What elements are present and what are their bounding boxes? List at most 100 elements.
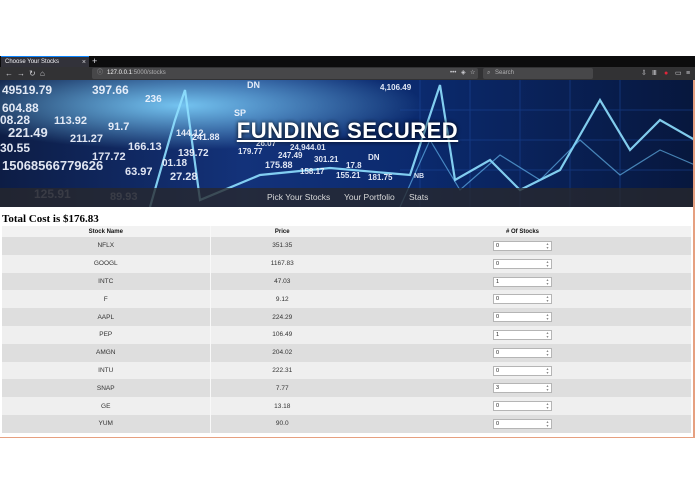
ticker-number: 27.28	[170, 171, 198, 183]
stock-price-cell: 47.03	[209, 272, 354, 291]
site-navbar: Pick Your Stocks Your Portfolio Stats	[0, 188, 695, 207]
bookmark-star-icon[interactable]: ☆	[470, 68, 475, 79]
quantity-value[interactable]: 1	[496, 332, 499, 338]
quantity-stepper[interactable]: 0 ▲ ▼	[493, 258, 552, 269]
ticker-number: 15068566779626	[2, 158, 103, 173]
home-icon[interactable]: ⌂	[40, 67, 45, 80]
search-placeholder: Search	[495, 70, 515, 76]
table-row: AAPL 224.29 0 ▲ ▼	[2, 308, 691, 326]
stock-price-cell: 90.0	[209, 414, 354, 433]
browser-tab[interactable]: Choose Your Stocks ×	[1, 56, 89, 67]
quantity-stepper[interactable]: 3 ▲ ▼	[493, 383, 552, 394]
quantity-value[interactable]: 0	[496, 350, 499, 356]
screen-top-margin	[0, 0, 695, 56]
reload-icon[interactable]: ↻	[29, 67, 36, 80]
url-text[interactable]: 127.0.0.1:5000/stocks	[107, 68, 166, 79]
download-icon[interactable]: ⇩	[641, 67, 647, 80]
table-row: INTC 47.03 1 ▲ ▼	[2, 272, 691, 291]
quantity-value[interactable]: 0	[496, 261, 499, 267]
ticker-number: 158.17	[300, 167, 325, 176]
close-icon[interactable]: ×	[82, 58, 86, 67]
quantity-stepper[interactable]: 0 ▲ ▼	[493, 418, 552, 429]
table-row: GOOGL 1167.83 0 ▲ ▼	[2, 254, 691, 273]
spinner-down-icon[interactable]: ▼	[546, 299, 549, 303]
back-icon[interactable]: ←	[5, 67, 13, 80]
ticker-number: DN	[247, 80, 260, 90]
quantity-value[interactable]: 0	[496, 314, 499, 320]
stepper-arrows[interactable]: ▲ ▼	[545, 260, 550, 268]
table-header-row: Stock Name Price # Of Stocks	[2, 226, 691, 237]
quantity-stepper[interactable]: 0 ▲ ▼	[493, 294, 552, 305]
hero-title: FUNDING SECURED	[236, 118, 459, 143]
search-bar[interactable]: ⌕ Search	[483, 68, 593, 79]
stepper-arrows[interactable]: ▲ ▼	[545, 242, 550, 250]
quantity-value[interactable]: 0	[496, 403, 499, 409]
spinner-down-icon[interactable]: ▼	[546, 353, 549, 357]
menu-icon[interactable]: ≡	[686, 67, 690, 80]
table-row: F 9.12 0 ▲ ▼	[2, 290, 691, 309]
quantity-value[interactable]: 0	[496, 296, 499, 302]
quantity-value[interactable]: 0	[496, 368, 499, 374]
quantity-stepper[interactable]: 1 ▲ ▼	[493, 276, 552, 287]
spinner-down-icon[interactable]: ▼	[546, 388, 549, 392]
stepper-arrows[interactable]: ▲ ▼	[545, 331, 550, 339]
quantity-value[interactable]: 3	[496, 385, 499, 391]
stock-name-cell: NFLX	[2, 237, 210, 255]
nav-link-stats[interactable]: Stats	[409, 188, 428, 207]
search-icon: ⌕	[487, 70, 491, 76]
table-row: AMGN 204.02 0 ▲ ▼	[2, 343, 691, 362]
spinner-down-icon[interactable]: ▼	[546, 335, 549, 339]
stock-name-cell: AAPL	[2, 308, 210, 326]
quantity-stepper[interactable]: 0 ▲ ▼	[493, 312, 552, 323]
header-quantity: # Of Stocks	[354, 226, 691, 237]
stock-price-cell: 13.18	[209, 397, 354, 415]
stock-name-cell: INTC	[2, 272, 210, 291]
stock-name-cell: F	[2, 290, 210, 309]
stocks-table: Stock Name Price # Of Stocks NFLX 351.35 0…	[2, 226, 691, 433]
table-row: GE 13.18 0 ▲ ▼	[2, 397, 691, 415]
sidebar-icon[interactable]: ▭	[675, 67, 682, 80]
stock-quantity-cell: 0 ▲ ▼	[354, 308, 691, 326]
url-bar[interactable]: ⓘ 127.0.0.1:5000/stocks ••• ◈ ☆	[92, 68, 478, 79]
pocket-icon[interactable]: ◈	[461, 68, 466, 79]
stock-quantity-cell: 0 ▲ ▼	[354, 361, 691, 380]
nav-link-pick-stocks[interactable]: Pick Your Stocks	[267, 188, 330, 207]
stepper-arrows[interactable]: ▲ ▼	[545, 384, 550, 392]
table-row: YUM 90.0 0 ▲ ▼	[2, 414, 691, 433]
quantity-stepper[interactable]: 0 ▲ ▼	[493, 365, 552, 376]
quantity-value[interactable]: 0	[496, 243, 499, 249]
quantity-value[interactable]: 0	[496, 421, 499, 427]
quantity-value[interactable]: 1	[496, 279, 499, 285]
stepper-arrows[interactable]: ▲ ▼	[545, 420, 550, 428]
library-icon[interactable]: Ⅲ	[652, 67, 657, 80]
spinner-down-icon[interactable]: ▼	[546, 371, 549, 375]
info-icon[interactable]: ⓘ	[97, 68, 103, 79]
quantity-stepper[interactable]: 0 ▲ ▼	[493, 241, 552, 251]
quantity-stepper[interactable]: 0 ▲ ▼	[493, 401, 552, 412]
spinner-down-icon[interactable]: ▼	[546, 317, 549, 321]
ticker-number: DN	[368, 153, 380, 162]
spinner-down-icon[interactable]: ▼	[546, 424, 549, 428]
stock-price-cell: 7.77	[209, 379, 354, 398]
stepper-arrows[interactable]: ▲ ▼	[545, 402, 550, 410]
stepper-arrows[interactable]: ▲ ▼	[545, 295, 550, 303]
extension-icon[interactable]: ●	[664, 67, 668, 80]
spinner-down-icon[interactable]: ▼	[546, 264, 549, 268]
tab-title: Choose Your Stocks	[5, 59, 60, 65]
nav-link-portfolio[interactable]: Your Portfolio	[344, 188, 395, 207]
more-actions-icon[interactable]: •••	[450, 68, 456, 79]
stock-name-cell: INTU	[2, 361, 210, 380]
forward-icon[interactable]: →	[17, 67, 25, 80]
quantity-stepper[interactable]: 1 ▲ ▼	[493, 329, 552, 340]
new-tab-icon[interactable]: +	[92, 56, 97, 67]
stepper-arrows[interactable]: ▲ ▼	[545, 367, 550, 375]
stepper-arrows[interactable]: ▲ ▼	[545, 278, 550, 286]
spinner-down-icon[interactable]: ▼	[546, 406, 549, 410]
spinner-down-icon[interactable]: ▼	[546, 246, 549, 250]
stepper-arrows[interactable]: ▲ ▼	[545, 313, 550, 321]
ticker-number: 01.18	[162, 158, 187, 169]
ticker-number: 397.66	[92, 83, 129, 97]
spinner-down-icon[interactable]: ▼	[546, 282, 549, 286]
quantity-stepper[interactable]: 0 ▲ ▼	[493, 347, 552, 358]
stepper-arrows[interactable]: ▲ ▼	[545, 349, 550, 357]
